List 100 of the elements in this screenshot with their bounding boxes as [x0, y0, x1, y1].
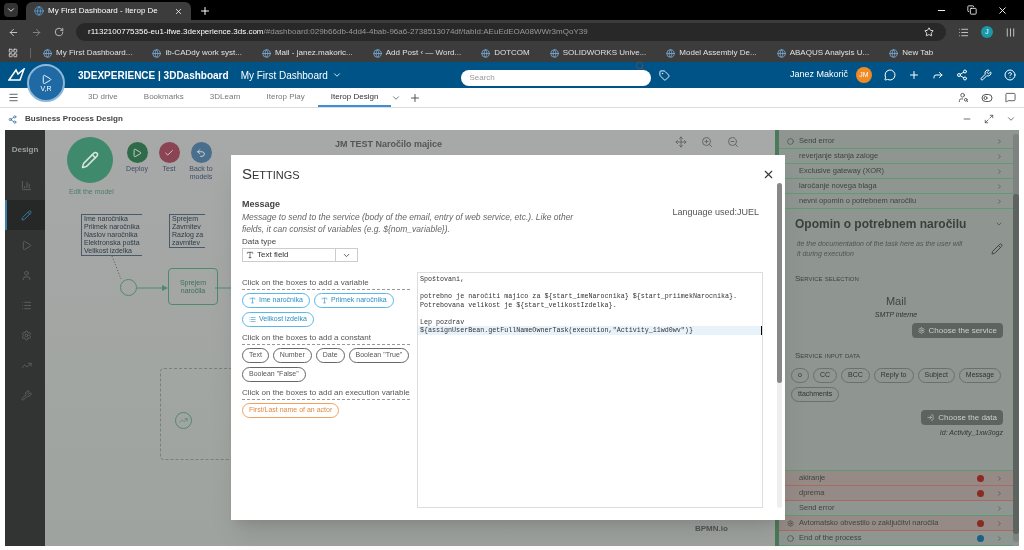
text-icon [249, 297, 256, 304]
bookmark[interactable]: Model Assembly De... [666, 47, 757, 59]
sidebar-item[interactable] [5, 200, 45, 230]
media-icon[interactable] [958, 26, 969, 38]
bookmark[interactable]: My First Dashboard... [43, 47, 133, 59]
help-icon[interactable] [1004, 69, 1016, 81]
zoom-in-icon[interactable] [701, 136, 713, 148]
action-button[interactable] [158, 142, 180, 163]
task-title: Opomin o potrebnem naročilu [795, 216, 968, 233]
bookmark[interactable]: SOLIDWORKS Unive... [549, 47, 647, 59]
network-icon[interactable] [956, 69, 968, 81]
site-icon [549, 48, 559, 58]
tag-icon[interactable] [659, 69, 671, 81]
service-name: Mail [884, 294, 908, 309]
address-field[interactable]: r1132100775356-eu1-ifwe.3dexperience.3ds.com/#dashboard:029b66db-4dd4-4bab-96a6-2738513074df/tabId:AEuEdEOA08WWr3mQoY39 [76, 23, 946, 41]
add-icon[interactable] [908, 69, 920, 81]
message-editor[interactable] [417, 272, 763, 508]
new-tab-icon[interactable] [199, 5, 211, 17]
gear-icon [917, 327, 925, 334]
site-icon [481, 48, 491, 58]
play-icon [132, 147, 142, 158]
globe-icon [34, 6, 44, 16]
dashboard-tab[interactable]: Bookmarks [130, 88, 197, 107]
section-heading: Service input data [794, 350, 862, 362]
user-name[interactable]: Janez Makorič [789, 68, 848, 82]
brand-logo-icon [8, 68, 26, 82]
tab-title: My First Dashboard - Iterop De [48, 5, 159, 17]
reload-icon[interactable] [54, 27, 64, 37]
app-icon [8, 114, 17, 124]
site-icon [666, 48, 676, 58]
diagram-title: JM TEST Naročilo majice [335, 138, 443, 151]
action-button[interactable] [190, 142, 212, 163]
search-field[interactable]: Search [461, 69, 652, 86]
sidebar-title: Design [11, 144, 39, 156]
expand-icon[interactable] [984, 114, 994, 124]
check-icon [164, 147, 174, 158]
search-icon[interactable] [635, 61, 646, 71]
site-icon [776, 48, 786, 58]
site-icon [43, 48, 52, 58]
star-icon[interactable] [924, 27, 934, 37]
tools-icon[interactable] [980, 69, 992, 81]
text-icon [320, 297, 328, 304]
browser-tab[interactable]: My First Dashboard - Iterop De [26, 2, 191, 20]
choose-service-button[interactable]: Choose the service [911, 323, 1003, 338]
import-icon [927, 414, 935, 421]
chart-icon [20, 179, 32, 191]
site-icon [889, 48, 899, 58]
caret-icon [331, 70, 342, 80]
list-icon [20, 299, 32, 311]
dashboard-tab[interactable]: 3DLearn [196, 88, 254, 107]
bookmark[interactable]: Add Post ‹ — Word... [372, 47, 462, 59]
close-icon[interactable] [997, 5, 1008, 16]
menu-icon[interactable] [8, 92, 19, 103]
event-icon [787, 137, 794, 145]
section-heading: Service selection [794, 273, 860, 285]
forward-icon[interactable] [31, 26, 42, 38]
edit-model-button[interactable] [67, 137, 113, 183]
bookmark[interactable]: Mail - janez.makoric... [261, 47, 353, 59]
site-icon [152, 48, 162, 58]
url-path: /#dashboard:029b66db-4dd4-4bab-96a6-2738513074df/tabId:AEuEdEOA08WWr3mQoY39 [263, 26, 588, 38]
close-icon[interactable] [174, 6, 183, 16]
apps-icon[interactable] [8, 48, 18, 58]
bookmark[interactable]: New Tab [889, 47, 934, 59]
action-button[interactable] [126, 142, 148, 163]
caret-icon[interactable] [1006, 114, 1016, 124]
field-label: Message [242, 197, 282, 211]
share-icon[interactable] [932, 69, 944, 81]
dashboard-menu[interactable]: My First Dashboard [240, 67, 342, 83]
bookmark[interactable]: DOTCOM [481, 47, 530, 59]
dashboard-tab[interactable]: Iterop Play [253, 88, 318, 107]
bookmark[interactable]: ABAQUS Analysis U... [776, 47, 870, 59]
scrollbar[interactable] [777, 183, 782, 508]
edit-icon[interactable] [991, 243, 1003, 255]
play-icon [20, 239, 32, 251]
toggle-icon[interactable] [981, 91, 993, 104]
play-icon [40, 73, 52, 85]
move-icon[interactable] [675, 136, 687, 148]
scrollbar[interactable] [1013, 134, 1019, 542]
zoom-out-icon[interactable] [727, 136, 739, 148]
people-search-icon[interactable] [958, 92, 969, 103]
bookmark[interactable]: ib-CADdy work syst... [152, 47, 242, 59]
back-icon[interactable] [8, 26, 19, 38]
dashboard-tab[interactable]: Iterop Design [317, 88, 392, 107]
group-heading: Click on the boxes to add a constant [242, 332, 410, 345]
dialog-title: Settings [242, 164, 300, 184]
gear-icon [787, 519, 794, 527]
data-type-select[interactable]: Text field [242, 248, 358, 262]
wrench-icon [20, 389, 32, 401]
chat-icon[interactable] [1005, 92, 1016, 103]
caret-icon[interactable] [995, 220, 1003, 228]
list-icon [249, 316, 256, 323]
widget-title: Business Process Design [25, 113, 123, 125]
add-tab-icon[interactable] [409, 91, 422, 104]
restore-icon[interactable] [967, 5, 977, 15]
menu-icon[interactable] [1005, 26, 1016, 38]
dashboard-tab[interactable]: 3D drive [75, 88, 131, 107]
signal-icon [179, 416, 188, 425]
tab-list-button[interactable] [4, 3, 18, 17]
caret-icon [6, 5, 16, 15]
choose-data-button[interactable]: Choose the data [921, 410, 1003, 425]
